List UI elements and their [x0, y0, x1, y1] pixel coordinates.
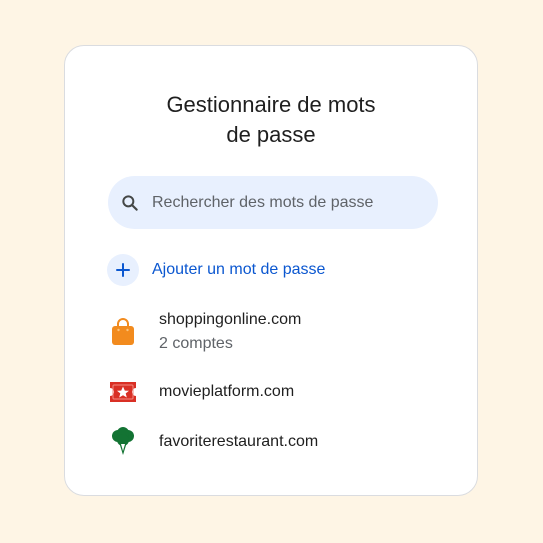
list-item-shoppingonline[interactable]: shoppingonline.com 2 comptes: [107, 309, 301, 355]
search-icon: [120, 193, 140, 213]
add-password-label: Ajouter un mot de passe: [152, 261, 326, 278]
shopping-bag-icon: [107, 316, 139, 348]
search-input[interactable]: Rechercher des mots de passe: [108, 176, 438, 229]
password-manager-card: Gestionnaire de mots de passe Rechercher…: [64, 45, 478, 496]
page-title-line2: de passe: [226, 122, 316, 147]
list-item-favoriterestaurant[interactable]: favoriterestaurant.com: [107, 426, 318, 458]
site-name: movieplatform.com: [159, 383, 295, 400]
site-name: shoppingonline.com: [159, 311, 302, 328]
movie-ticket-icon: [107, 376, 139, 408]
plus-icon: [107, 254, 139, 286]
add-password-button[interactable]: Ajouter un mot de passe: [107, 254, 325, 286]
account-count: 2 comptes: [159, 335, 233, 352]
list-item-movieplatform[interactable]: movieplatform.com: [107, 376, 294, 408]
page-title: Gestionnaire de mots de passe: [65, 90, 477, 150]
site-name: favoriterestaurant.com: [159, 433, 319, 450]
broccoli-icon: [107, 426, 139, 458]
search-placeholder: Rechercher des mots de passe: [152, 193, 374, 211]
page-title-line1: Gestionnaire de mots: [166, 92, 376, 117]
